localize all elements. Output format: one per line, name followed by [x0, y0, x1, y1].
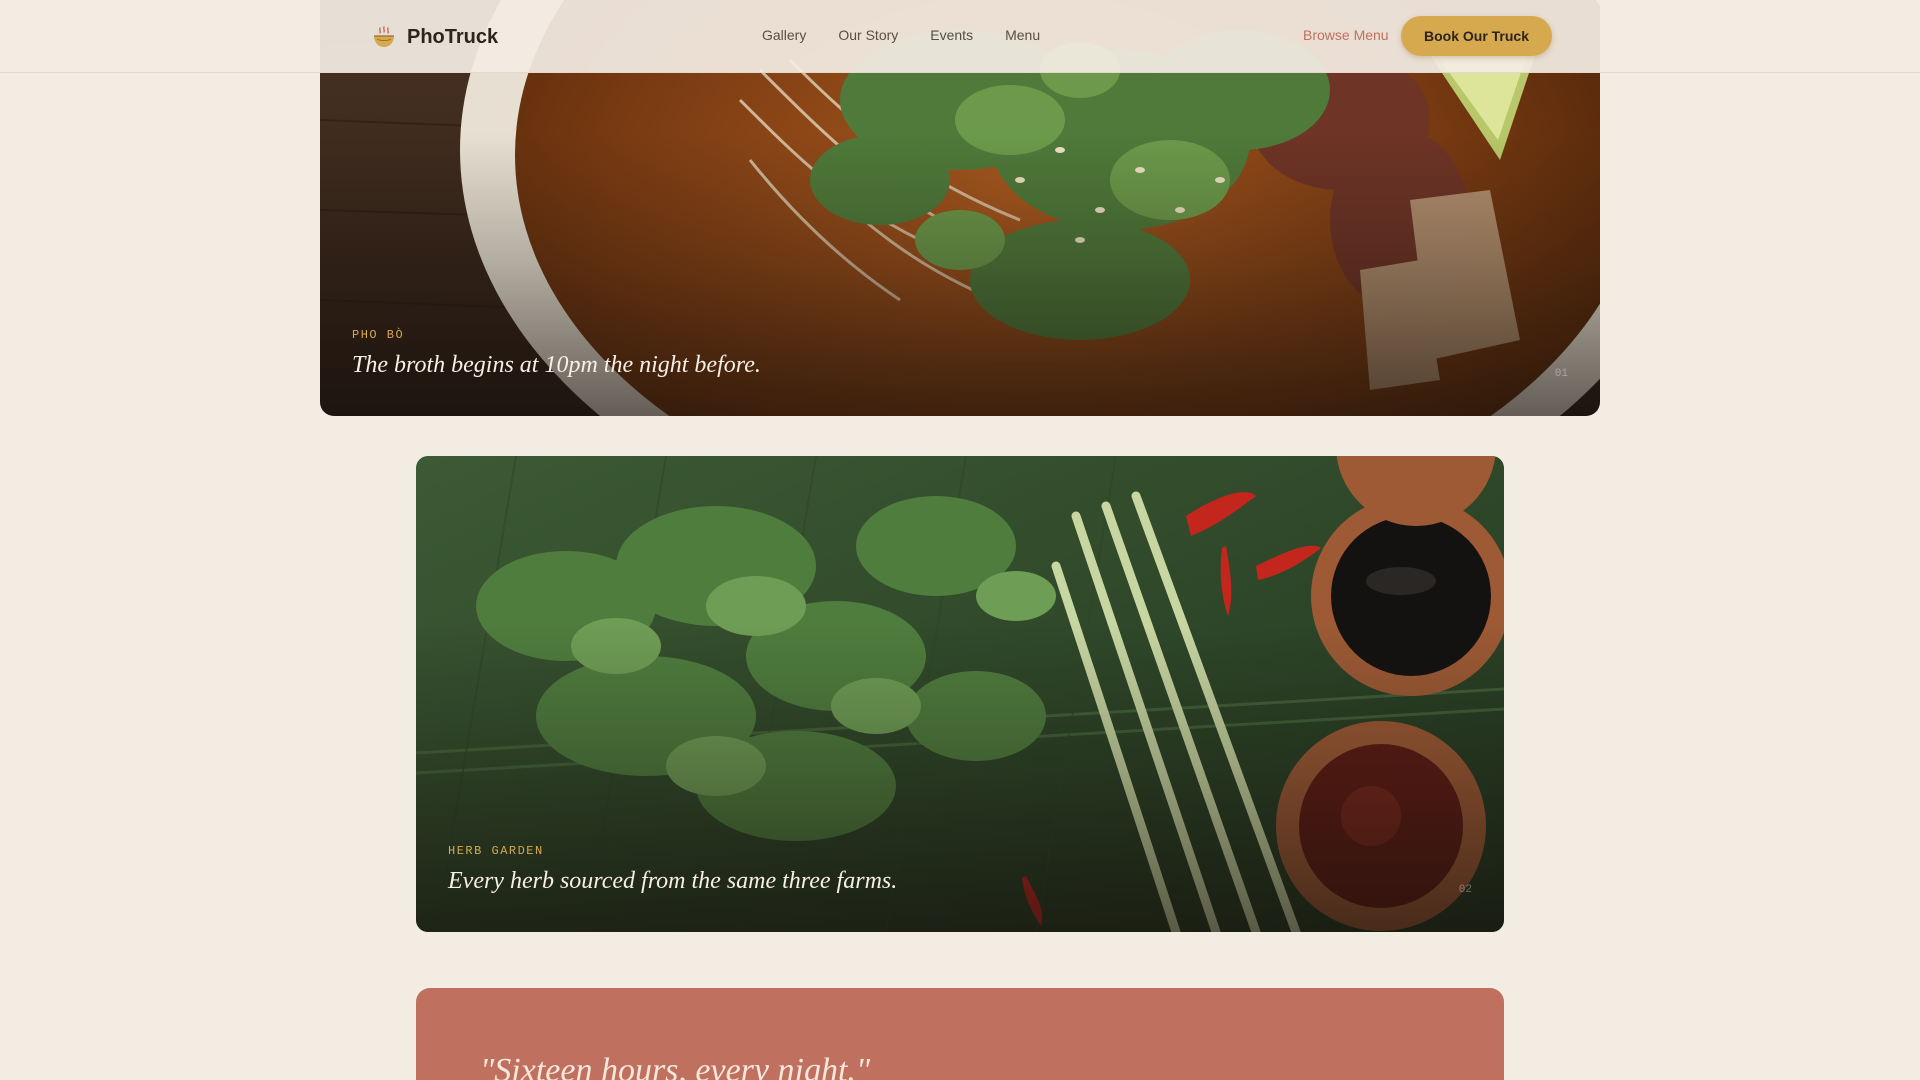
browse-menu-link[interactable]: Browse Menu	[1303, 27, 1389, 43]
site-header: PhoTruck Gallery Our Story Events Menu B…	[0, 0, 1920, 73]
nav-item-gallery[interactable]: Gallery	[762, 27, 806, 43]
card-gradient-overlay	[416, 456, 1504, 932]
pho-bowl-icon	[374, 26, 394, 47]
nav-item-menu[interactable]: Menu	[1005, 27, 1040, 43]
card-caption: The broth begins at 10pm the night befor…	[352, 352, 761, 378]
book-truck-button[interactable]: Book Our Truck	[1401, 16, 1552, 56]
brand-name: PhoTruck	[407, 25, 499, 48]
gallery-card-herb-garden[interactable]: HERB GARDEN Every herb sourced from the …	[416, 456, 1504, 932]
card-kicker: HERB GARDEN	[448, 844, 544, 858]
card-index: 02	[1458, 884, 1472, 896]
card-index: 01	[1554, 368, 1568, 380]
quote-section: "Sixteen hours, every night."	[416, 988, 1504, 1080]
nav-item-our-story[interactable]: Our Story	[838, 27, 898, 43]
card-caption: Every herb sourced from the same three f…	[448, 868, 898, 894]
quote-text: "Sixteen hours, every night."	[480, 1052, 871, 1080]
nav-item-events[interactable]: Events	[930, 27, 973, 43]
main-nav: Gallery Our Story Events Menu	[762, 27, 1040, 43]
card-kicker: PHO BÒ	[352, 328, 405, 342]
brand-logo[interactable]: PhoTruck	[371, 22, 498, 52]
